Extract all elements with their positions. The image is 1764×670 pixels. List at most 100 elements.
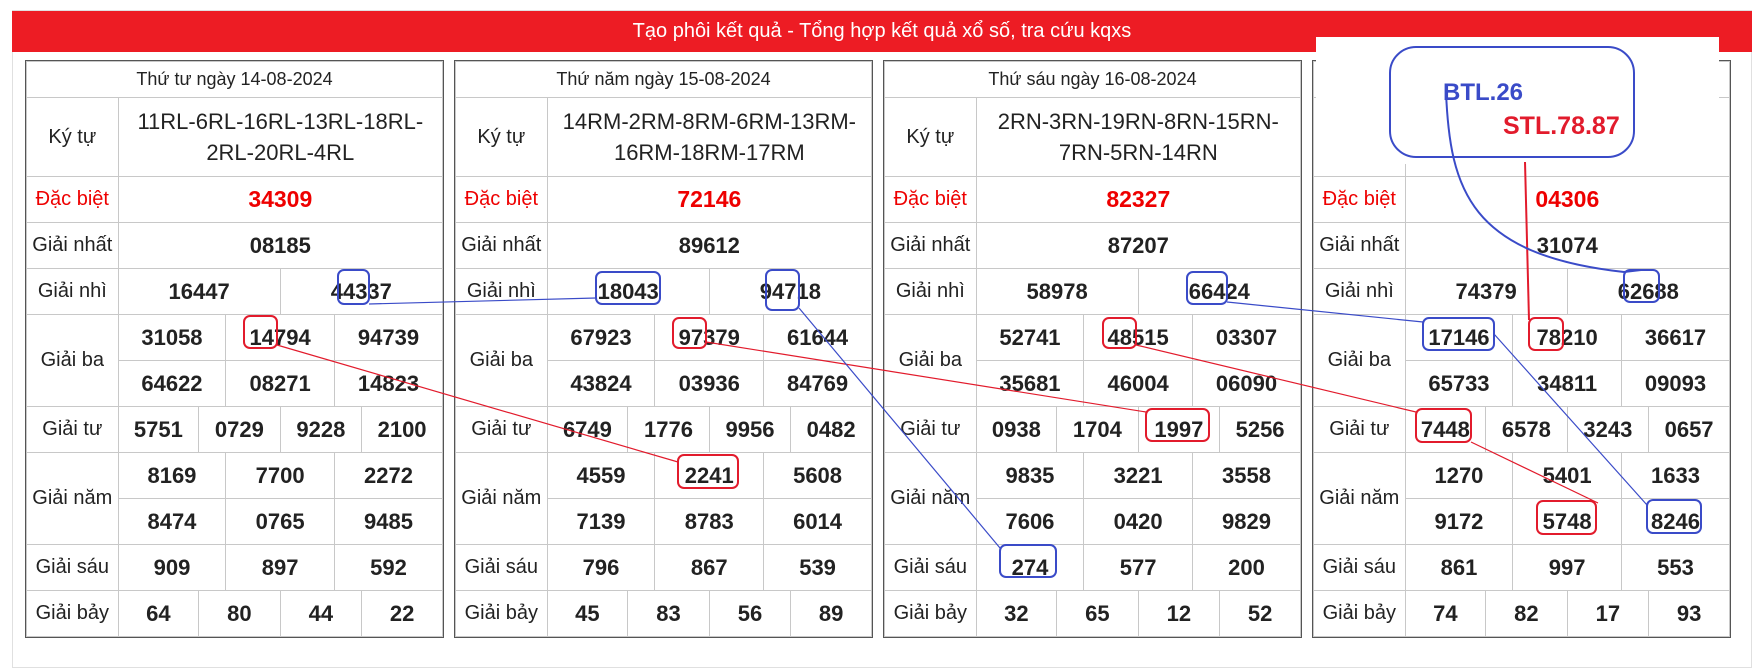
prize-fifth-value: 5608 bbox=[763, 452, 872, 499]
prize-third-value: 48515 bbox=[1083, 314, 1193, 361]
prize-fifth-value: 7606 bbox=[975, 498, 1085, 545]
prize-seventh-value: 12 bbox=[1137, 590, 1221, 637]
prize-fifth-value: 2241 bbox=[654, 452, 765, 499]
prize-label-seventh: Giải bảy bbox=[1313, 590, 1406, 637]
prize-fifth-value: 7139 bbox=[546, 498, 656, 545]
prize-third-value: 03936 bbox=[654, 360, 765, 407]
prize-seventh-value: 32 bbox=[975, 590, 1058, 637]
prize-fifth-value: 4559 bbox=[546, 452, 656, 499]
prize-fifth-value: 7700 bbox=[225, 452, 335, 499]
prize-special-value: 34309 bbox=[117, 176, 444, 223]
prize-fourth-value: 1776 bbox=[627, 406, 710, 453]
prize-sixth-value: 553 bbox=[1620, 544, 1731, 591]
prize-second-value: 44337 bbox=[279, 268, 444, 315]
prize-sixth-value: 796 bbox=[546, 544, 656, 591]
prize-label-second: Giải nhì bbox=[884, 268, 977, 315]
prize-seventh-value: 45 bbox=[546, 590, 629, 637]
prize-fifth-value: 3558 bbox=[1191, 452, 1302, 499]
prize-fourth-value: 1997 bbox=[1137, 406, 1221, 453]
prize-third-value: 34811 bbox=[1512, 360, 1622, 407]
kytu-value: 14RM-2RM-8RM-6RM-13RM- 16RM-18RM-17RM bbox=[546, 97, 873, 177]
prize-fifth-value: 3221 bbox=[1083, 452, 1193, 499]
prize-second-value: 58978 bbox=[975, 268, 1139, 315]
prize-label-first: Giải nhất bbox=[884, 222, 977, 269]
prize-label-fifth: Giải năm bbox=[455, 452, 548, 545]
prize-sixth-value: 592 bbox=[333, 544, 444, 591]
prize-label-seventh: Giải bảy bbox=[26, 590, 119, 637]
prize-third-value: 17146 bbox=[1404, 314, 1514, 361]
prize-fourth-value: 0729 bbox=[198, 406, 281, 453]
prize-third-value: 43824 bbox=[546, 360, 656, 407]
prize-fifth-value: 1633 bbox=[1620, 452, 1731, 499]
prize-fifth-value: 6014 bbox=[763, 498, 872, 545]
result-table: Thứ năm ngày 15-08-2024 Ký tự 14RM-2RM-8RM… bbox=[454, 60, 873, 638]
prize-label-second: Giải nhì bbox=[455, 268, 548, 315]
prize-sixth-value: 200 bbox=[1191, 544, 1302, 591]
prize-label-first: Giải nhất bbox=[1313, 222, 1406, 269]
prize-label-special: Đặc biệt bbox=[455, 176, 548, 223]
prize-sixth-value: 997 bbox=[1512, 544, 1622, 591]
prize-third-value: 94739 bbox=[333, 314, 444, 361]
prize-third-value: 64622 bbox=[117, 360, 227, 407]
prize-seventh-value: 44 bbox=[279, 590, 363, 637]
prize-seventh-value: 93 bbox=[1648, 590, 1730, 637]
prize-seventh-value: 82 bbox=[1485, 590, 1568, 637]
prize-fifth-value: 0765 bbox=[225, 498, 335, 545]
prize-fourth-value: 6749 bbox=[546, 406, 629, 453]
prize-second-value: 94718 bbox=[708, 268, 873, 315]
prize-fifth-value: 5748 bbox=[1512, 498, 1622, 545]
prize-first-value: 87207 bbox=[975, 222, 1302, 269]
prize-fourth-value: 0657 bbox=[1648, 406, 1730, 453]
prize-fourth-value: 0938 bbox=[975, 406, 1058, 453]
prize-fifth-value: 2272 bbox=[333, 452, 444, 499]
prize-label-third: Giải ba bbox=[884, 314, 977, 407]
prize-second-value: 66424 bbox=[1137, 268, 1302, 315]
prize-third-value: 78210 bbox=[1512, 314, 1622, 361]
prize-third-value: 65733 bbox=[1404, 360, 1514, 407]
prize-fourth-value: 1704 bbox=[1056, 406, 1139, 453]
prize-seventh-value: 22 bbox=[361, 590, 443, 637]
prize-third-value: 08271 bbox=[225, 360, 335, 407]
prize-label-fifth: Giải năm bbox=[26, 452, 119, 545]
prize-second-value: 18043 bbox=[546, 268, 710, 315]
prize-label-sixth: Giải sáu bbox=[455, 544, 548, 591]
prize-seventh-value: 74 bbox=[1404, 590, 1487, 637]
prize-sixth-value: 867 bbox=[654, 544, 765, 591]
prize-seventh-value: 52 bbox=[1219, 590, 1301, 637]
prize-second-value: 16447 bbox=[117, 268, 281, 315]
prize-seventh-value: 80 bbox=[198, 590, 281, 637]
prize-fifth-value: 9485 bbox=[333, 498, 444, 545]
prize-label-special: Đặc biệt bbox=[26, 176, 119, 223]
prize-fifth-value: 8783 bbox=[654, 498, 765, 545]
kytu-value: 11RL-6RL-16RL-13RL-18RL- 2RL-20RL-4RL bbox=[117, 97, 444, 177]
result-table: Thứ tư ngày 14-08-2024 Ký tự 11RL-6RL-16RL… bbox=[25, 60, 444, 638]
prize-fourth-value: 5751 bbox=[117, 406, 200, 453]
prize-third-value: 03307 bbox=[1191, 314, 1302, 361]
prize-label-third: Giải ba bbox=[26, 314, 119, 407]
prize-seventh-value: 56 bbox=[708, 590, 792, 637]
prize-sixth-value: 909 bbox=[117, 544, 227, 591]
kytu-value: 2RN-3RN-19RN-8RN-15RN- 7RN-5RN-14RN bbox=[975, 97, 1302, 177]
prize-third-value: 84769 bbox=[763, 360, 872, 407]
prize-fifth-value: 5401 bbox=[1512, 452, 1622, 499]
prize-third-value: 06090 bbox=[1191, 360, 1302, 407]
kytu-label: Ký tự bbox=[26, 97, 119, 177]
prize-third-value: 35681 bbox=[975, 360, 1085, 407]
prize-second-value: 74379 bbox=[1404, 268, 1568, 315]
draw-date: Thứ sáu ngày 16-08-2024 bbox=[884, 61, 1301, 98]
prize-fifth-value: 1270 bbox=[1404, 452, 1514, 499]
prize-sixth-value: 577 bbox=[1083, 544, 1193, 591]
prize-third-value: 14794 bbox=[225, 314, 335, 361]
prize-label-first: Giải nhất bbox=[26, 222, 119, 269]
prize-third-value: 36617 bbox=[1620, 314, 1731, 361]
prize-sixth-value: 897 bbox=[225, 544, 335, 591]
prize-sixth-value: 274 bbox=[975, 544, 1085, 591]
prize-second-value: 62688 bbox=[1566, 268, 1731, 315]
prize-fourth-value: 0482 bbox=[790, 406, 872, 453]
prize-seventh-value: 17 bbox=[1566, 590, 1650, 637]
draw-date: Thứ tư ngày 14-08-2024 bbox=[26, 61, 443, 98]
prize-label-second: Giải nhì bbox=[1313, 268, 1406, 315]
prize-sixth-value: 861 bbox=[1404, 544, 1514, 591]
prize-fifth-value: 9829 bbox=[1191, 498, 1302, 545]
kytu-label: Ký tự bbox=[455, 97, 548, 177]
